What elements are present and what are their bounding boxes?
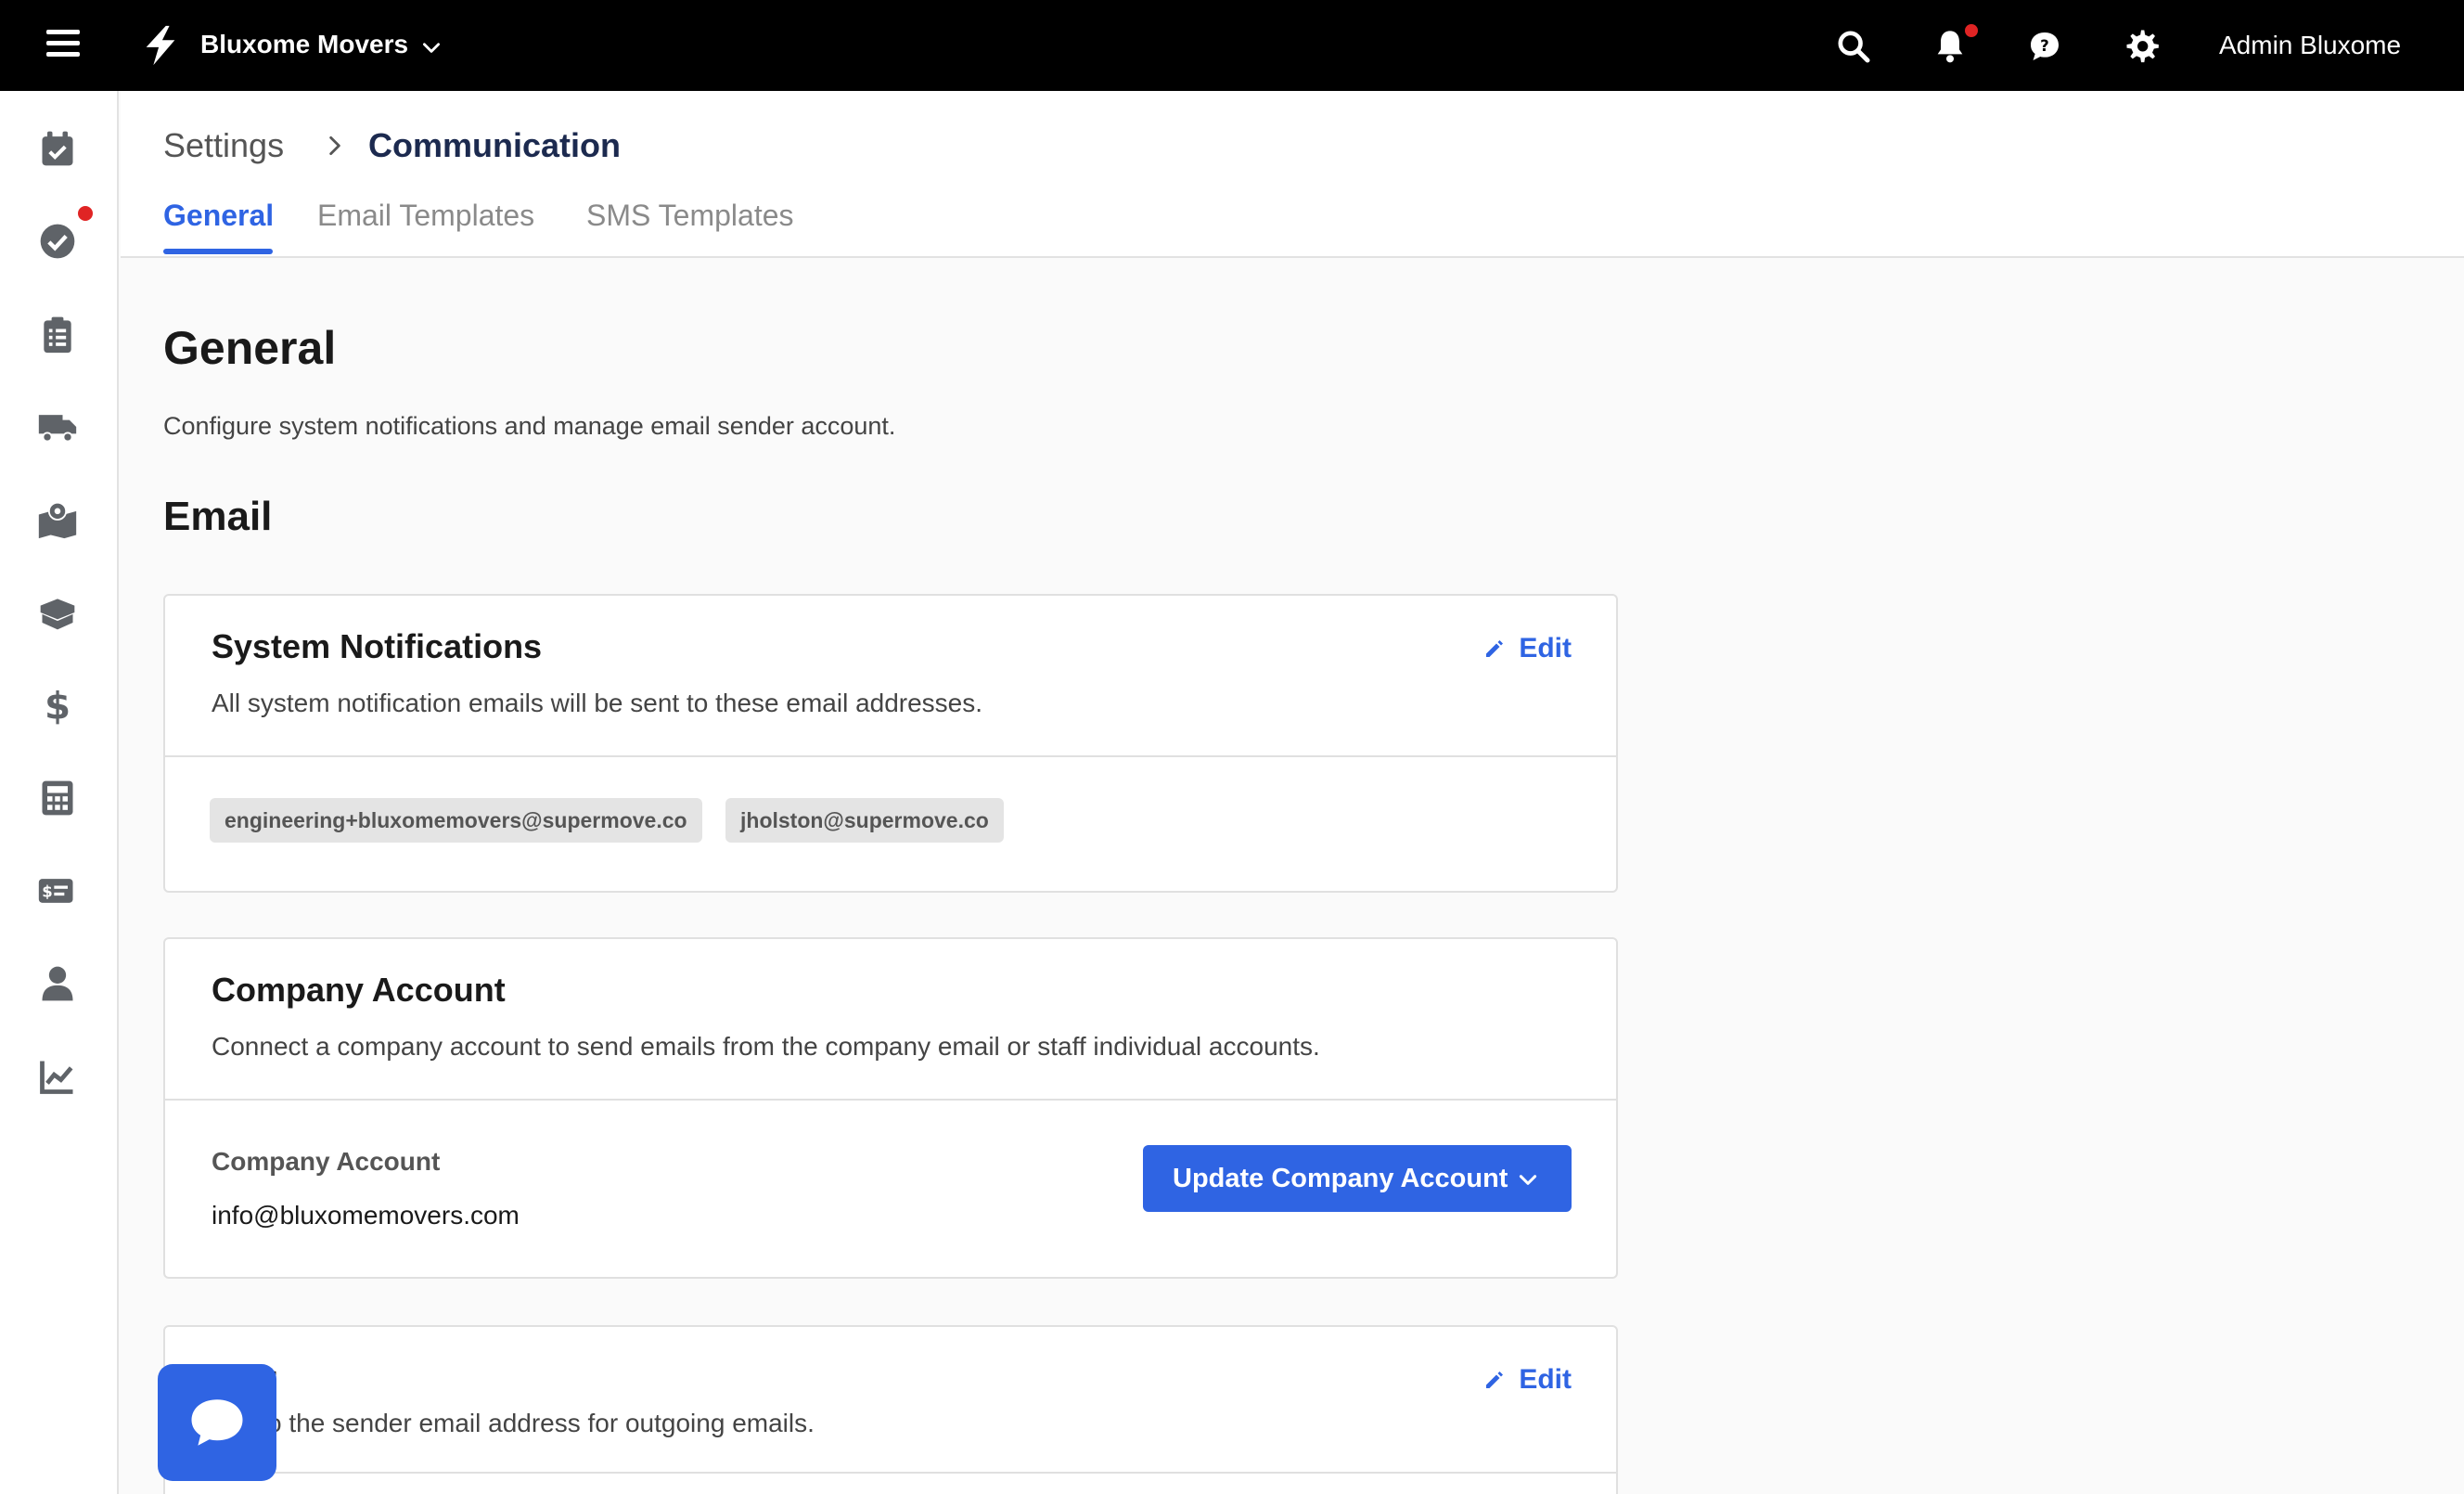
chat-bubble-icon [191,1399,243,1446]
page-header: Settings Communication General Email Tem… [121,91,2464,258]
tab-sms-templates[interactable]: SMS Templates [586,199,794,233]
card-description: o the sender email address for outgoing … [267,1409,815,1437]
tab-general[interactable]: General [163,199,274,233]
logo-bolt-icon[interactable] [139,24,182,67]
truck-icon[interactable] [37,406,78,447]
user-icon[interactable] [37,963,78,1004]
card-header: der o the sender email address for outgo… [165,1327,1616,1474]
card-header: System Notifications All system notifica… [165,596,1616,757]
sidebar-notification-dot [78,206,93,221]
chart-icon[interactable] [37,1056,78,1097]
sender-card: der o the sender email address for outgo… [163,1325,1618,1494]
active-tab-indicator [163,249,273,254]
svg-text:$: $ [42,882,52,900]
pencil-icon [1486,1372,1504,1388]
email-chip: jholston@supermove.co [725,798,1004,843]
edit-sender-button[interactable]: Edit [1483,1364,1572,1396]
email-chip-list: engineering+bluxomemovers@supermove.co j… [165,757,1616,893]
edit-label: Edit [1519,633,1572,663]
company-account-card: Company Account Connect a company accoun… [163,937,1618,1279]
button-label: Update Company Account [1173,1163,1508,1193]
card-title: System Notifications [212,627,543,665]
gear-icon[interactable] [2123,28,2160,65]
bell-icon[interactable] [1931,28,1969,65]
chat-icon[interactable]: ? [2026,28,2063,65]
menu-icon[interactable] [46,30,80,61]
clipboard-list-icon[interactable] [37,314,78,354]
chevron-down-icon [1519,1175,1537,1185]
card-header: Company Account Connect a company accoun… [165,939,1616,1101]
top-navigation-bar: Bluxome Movers ? Admin Bluxome [0,0,2464,91]
calendar-check-icon[interactable] [37,128,78,169]
chat-support-button[interactable] [158,1364,276,1481]
sidebar: $ $ [0,91,119,1494]
breadcrumb-current: Communication [368,126,622,164]
page-title: General [163,322,337,374]
map-icon[interactable] [37,499,78,540]
svg-text:$: $ [45,685,71,726]
calculator-icon[interactable] [37,778,78,818]
company-account-body: Company Account info@bluxomemovers.com U… [165,1101,1616,1277]
chevron-down-icon[interactable] [419,35,443,59]
chevron-right-icon [329,135,340,156]
update-company-account-button[interactable]: Update Company Account [1143,1145,1572,1212]
tab-email-templates[interactable]: Email Templates [317,199,534,233]
company-name[interactable]: Bluxome Movers [200,30,408,59]
email-chip: engineering+bluxomemovers@supermove.co [210,798,702,843]
search-icon[interactable] [1835,28,1872,65]
pencil-icon [1486,640,1504,657]
card-description: Connect a company account to send emails… [212,1032,1320,1061]
svg-text:?: ? [2040,37,2049,55]
dollar-icon[interactable]: $ [37,685,78,726]
billing-icon[interactable]: $ [37,870,78,911]
system-notifications-card: System Notifications All system notifica… [163,594,1618,893]
page-description: Configure system notifications and manag… [163,412,896,440]
card-title: Company Account [212,971,506,1009]
edit-label: Edit [1519,1364,1572,1395]
notification-badge [1965,24,1978,37]
check-circle-icon[interactable] [37,221,78,262]
user-menu[interactable]: Admin Bluxome [2219,31,2401,60]
edit-system-notifications-button[interactable]: Edit [1483,633,1572,664]
breadcrumb-settings-link[interactable]: Settings [163,126,284,165]
box-icon[interactable] [37,592,78,633]
card-description: All system notification emails will be s… [212,689,983,717]
company-account-label: Company Account [212,1147,441,1176]
section-title-email: Email [163,494,273,539]
company-account-email: info@bluxomemovers.com [212,1201,520,1230]
